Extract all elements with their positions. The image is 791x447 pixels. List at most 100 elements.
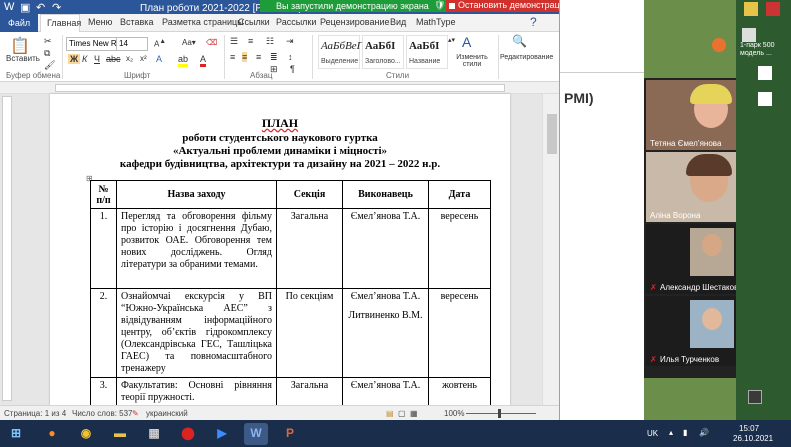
format-painter-icon[interactable]: 🖌 [44, 60, 55, 71]
italic-button[interactable]: К [82, 54, 87, 64]
tab-layout[interactable]: Разметка страницы [162, 17, 244, 27]
styles-scroll-icon[interactable]: ▴▾ [448, 36, 455, 44]
document-icon[interactable] [758, 92, 772, 106]
highlight-icon[interactable]: ab [178, 54, 189, 67]
row-event-name: Ознайомчаі екскурсія у ВП “Южно-Українсь… [116, 288, 277, 378]
clear-format-icon[interactable]: ⌫ [206, 38, 217, 47]
taskbar-app[interactable]: ▦ [142, 423, 166, 445]
taskbar-powerpoint[interactable]: P [278, 423, 302, 445]
document-page[interactable]: ПЛАН роботи студентського наукового гурт… [50, 94, 510, 418]
subscript-button[interactable]: x₂ [126, 54, 133, 63]
pdf-icon[interactable] [758, 66, 772, 80]
word-count[interactable]: Число слов: 537 [72, 409, 132, 418]
app-icon[interactable] [766, 2, 780, 16]
tab-home[interactable]: Главная [40, 14, 81, 32]
horizontal-ruler[interactable] [0, 82, 559, 94]
folder-icon[interactable] [744, 2, 758, 16]
style-emphasis[interactable]: АаБбВеГ Выделение [318, 35, 363, 69]
align-right-icon[interactable]: ≡ [256, 52, 261, 62]
divider [312, 35, 313, 79]
copy-icon[interactable]: ⧉ [44, 48, 50, 59]
doc-heading: ПЛАН [261, 116, 299, 130]
align-center-icon[interactable]: ≡ [242, 52, 248, 62]
clock-time[interactable]: 15:07 [739, 424, 759, 433]
page-count[interactable]: Страница: 1 из 4 [4, 409, 66, 418]
tab-mathtype[interactable]: MathType [416, 17, 456, 27]
executor-name: Ємел’янова Т.А. [350, 380, 421, 391]
stop-share-button[interactable]: Остановить демонстрацию [446, 0, 559, 12]
change-styles-icon[interactable]: A [462, 34, 471, 50]
document-icon[interactable] [742, 28, 756, 42]
font-size-select[interactable]: 14 [116, 37, 148, 51]
taskbar-chrome[interactable]: ◉ [74, 423, 98, 445]
row-executor: Ємел’янова Т.А. [342, 208, 429, 289]
style-heading[interactable]: АаБбI Заголово... [362, 35, 404, 69]
proofing-icon[interactable]: ✎ [132, 409, 139, 418]
zoom-level[interactable]: 100% [444, 409, 464, 418]
tab-insert[interactable]: Вставка [120, 17, 153, 27]
zoom-slider-knob[interactable] [498, 409, 501, 418]
pilcrow-icon[interactable]: ¶ [290, 64, 295, 74]
tray-arrow-icon[interactable]: ▴ [669, 428, 673, 437]
taskbar-record[interactable]: ⬤ [176, 423, 200, 445]
notification-dot-icon[interactable] [712, 38, 726, 52]
style-title[interactable]: АаБбI Название [406, 35, 448, 69]
taskbar-zoom[interactable]: ▶ [210, 423, 234, 445]
editing-icon[interactable]: 🔍 [512, 34, 527, 48]
volume-icon[interactable]: 🔊 [699, 428, 709, 437]
multilevel-icon[interactable]: ☷ [266, 36, 274, 47]
font-color-icon[interactable]: A [200, 54, 207, 67]
input-language[interactable]: UK [647, 429, 658, 438]
strikethrough-button[interactable]: abc [106, 54, 121, 64]
network-icon[interactable]: ▮ [683, 428, 687, 437]
tab-menu[interactable]: Меню [88, 17, 112, 27]
paste-button[interactable]: Вставить [6, 54, 40, 63]
change-case-icon[interactable]: Aa▾ [182, 38, 196, 47]
clock-date[interactable]: 26.10.2021 [733, 434, 773, 443]
change-styles-button[interactable]: Изменить стили [452, 54, 492, 68]
grow-font-icon[interactable]: A▲ [154, 38, 166, 49]
firefox-icon: ● [48, 426, 56, 440]
indent-icon[interactable]: ⇥ [286, 36, 294, 47]
tab-references[interactable]: Ссылки [238, 17, 270, 27]
redo-icon[interactable]: ↷ [52, 1, 61, 14]
recycle-bin-icon[interactable] [748, 390, 762, 404]
desktop-label[interactable]: 1-парк 500 [740, 42, 775, 49]
bullets-icon[interactable]: ☰ [230, 36, 238, 47]
participant-hair [690, 84, 732, 104]
numbering-icon[interactable]: ≡ [248, 36, 253, 46]
cut-icon[interactable]: ✂ [44, 36, 52, 47]
start-button[interactable]: ⊞ [4, 423, 28, 445]
windows-icon: ⊞ [10, 426, 22, 440]
align-left-icon[interactable]: ≡ [230, 52, 235, 62]
taskbar-firefox[interactable]: ● [40, 423, 64, 445]
vertical-ruler[interactable] [2, 96, 12, 401]
font-name-select[interactable]: Times New Rc [66, 37, 118, 51]
undo-icon[interactable]: ↶ [36, 1, 45, 14]
text-effects-icon[interactable]: A [156, 54, 162, 64]
paste-icon[interactable]: 📋 [10, 36, 30, 56]
desktop-label[interactable]: модель ... [740, 50, 772, 57]
share-message: Вы запустили демонстрацию экрана [276, 1, 429, 11]
full-screen-icon[interactable]: ▢ [398, 409, 406, 418]
superscript-button[interactable]: x² [140, 54, 147, 63]
taskbar-word[interactable]: W [244, 423, 268, 445]
editing-button[interactable]: Редактирование [500, 54, 553, 61]
bold-button[interactable]: Ж [68, 54, 81, 64]
zoom-slider[interactable] [466, 413, 536, 414]
scrollbar-thumb[interactable] [547, 114, 557, 154]
tab-mailings[interactable]: Рассылки [276, 17, 316, 27]
language-indicator[interactable]: украинский [146, 409, 188, 418]
tab-view[interactable]: Вид [390, 17, 406, 27]
underline-button[interactable]: Ч [94, 54, 100, 64]
web-layout-icon[interactable]: ▦ [410, 409, 418, 418]
tab-file[interactable]: Файл [0, 14, 38, 32]
print-layout-icon[interactable]: ▤ [386, 409, 394, 418]
line-spacing-icon[interactable]: ↕ [288, 52, 293, 62]
taskbar-explorer[interactable]: ▬ [108, 423, 132, 445]
save-icon[interactable]: ▣ [20, 1, 30, 14]
help-icon[interactable]: ? [530, 15, 537, 29]
vertical-scrollbar[interactable] [542, 94, 559, 405]
tab-review[interactable]: Рецензирование [320, 17, 390, 27]
justify-icon[interactable]: ≣ [270, 52, 278, 63]
